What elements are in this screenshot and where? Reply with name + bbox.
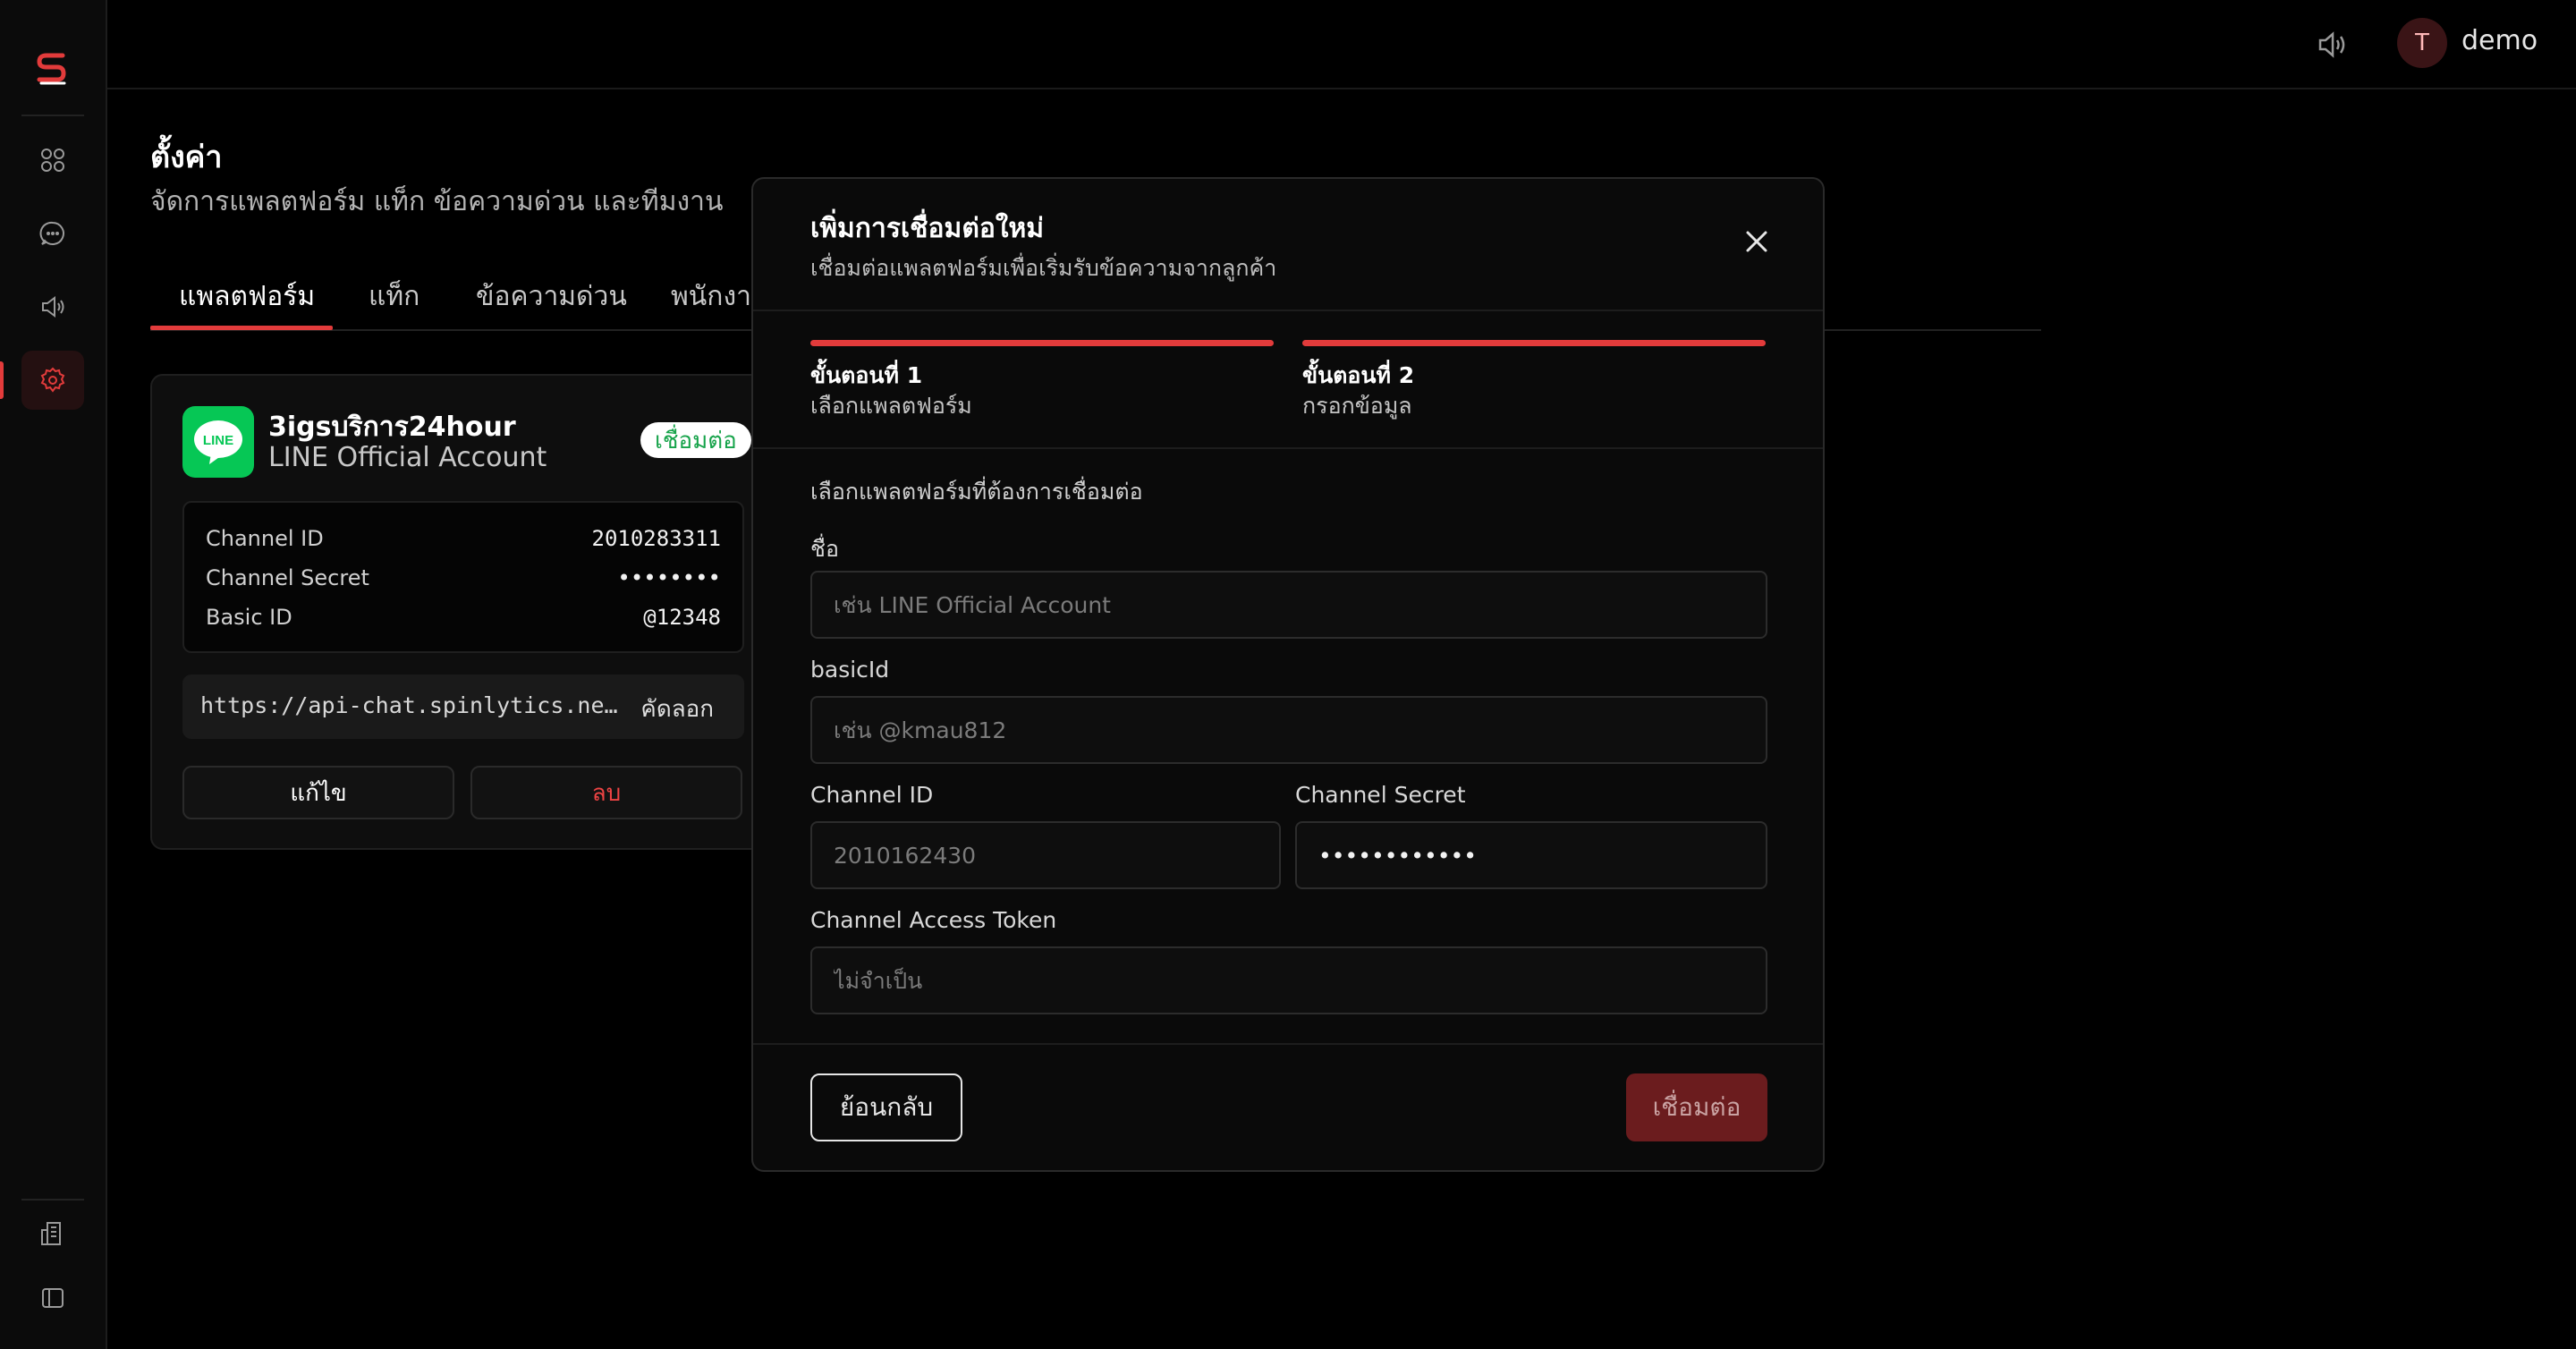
channel-id-field[interactable] [810, 821, 1281, 889]
building-icon [41, 1222, 61, 1245]
credential-value: •••••••• [617, 565, 721, 590]
page-title: ตั้งค่า [150, 140, 223, 175]
section-label: เลือกแพลตฟอร์มที่ต้องการเชื่อมต่อ [810, 479, 1143, 505]
sidebar-item-broadcast[interactable] [21, 277, 84, 336]
name-label: ชื่อ [810, 536, 839, 562]
tab-tags[interactable]: แท็ก [369, 276, 419, 318]
active-tab-underline [150, 326, 333, 330]
username[interactable]: demo [2462, 25, 2538, 56]
basic-id-field[interactable] [810, 696, 1767, 764]
modal-divider [753, 1043, 1823, 1045]
platform-type: LINE Official Account [268, 442, 547, 473]
copy-button[interactable]: คัดลอก [640, 691, 714, 727]
add-connection-modal: เพิ่มการเชื่อมต่อใหม่ เชื่อมต่อแพลตฟอร์ม… [751, 177, 1825, 1172]
step-2-progress [1302, 340, 1766, 346]
credential-label: Basic ID [206, 605, 292, 630]
credential-row: Basic ID @12348 [206, 599, 721, 635]
sidebar-item-chat[interactable] [21, 204, 84, 263]
platform-card: LINE 3igsบริการ24hour LINE Official Acco… [150, 374, 776, 850]
channel-secret-field[interactable] [1295, 821, 1767, 889]
brand-logo[interactable] [32, 50, 72, 86]
channel-id-label: Channel ID [810, 782, 934, 808]
tab-platform[interactable]: แพลตฟอร์ม [179, 276, 315, 318]
sidebar-item-organization[interactable] [21, 1204, 84, 1263]
credential-label: Channel ID [206, 526, 324, 551]
delete-button[interactable]: ลบ [470, 766, 742, 819]
basic-id-label: basicId [810, 657, 890, 683]
active-indicator [0, 361, 4, 399]
modal-divider [753, 447, 1823, 449]
webhook-url-box: https://api-chat.spinlytics.net/webhook/… [182, 674, 744, 739]
step-1-progress [810, 340, 1274, 346]
megaphone-icon [42, 296, 64, 318]
tab-quick-replies[interactable]: ข้อความด่วน [476, 276, 627, 318]
step-1-desc: เลือกแพลตฟอร์ม [810, 393, 972, 419]
access-token-label: Channel Access Token [810, 907, 1057, 933]
sidebar-divider [21, 115, 84, 116]
sidebar-item-dashboard[interactable] [21, 131, 84, 190]
status-badge: เชื่อมต่อ [640, 422, 751, 458]
chat-bubble-icon [39, 221, 64, 245]
credential-row: Channel Secret •••••••• [206, 560, 721, 596]
sidebar-collapse-button[interactable] [21, 1268, 84, 1328]
credential-value: 2010283311 [591, 526, 722, 551]
top-bar [107, 0, 2576, 89]
credentials-box: Channel ID 2010283311 Channel Secret •••… [182, 501, 744, 653]
step-2-desc: กรอกข้อมูล [1302, 393, 1412, 419]
sidebar-divider [21, 1199, 84, 1201]
channel-secret-label: Channel Secret [1295, 782, 1466, 808]
access-token-field[interactable] [810, 946, 1767, 1014]
modal-subtitle: เชื่อมต่อแพลตฟอร์มเพื่อเริ่มรับข้อความจา… [810, 255, 1277, 281]
modal-title: เพิ่มการเชื่อมต่อใหม่ [810, 213, 1045, 244]
page-subtitle: จัดการแพลตฟอร์ม แท็ก ข้อความด่วน และทีมง… [150, 186, 724, 217]
line-logo-text: LINE [203, 433, 233, 448]
credential-label: Channel Secret [206, 565, 369, 590]
sidebar [0, 0, 107, 1349]
connect-button[interactable]: เชื่อมต่อ [1626, 1073, 1767, 1141]
back-button[interactable]: ย้อนกลับ [810, 1073, 962, 1141]
credential-row: Channel ID 2010283311 [206, 521, 721, 556]
sidebar-toggle-icon [42, 1288, 64, 1308]
edit-button[interactable]: แก้ไข [182, 766, 454, 819]
modal-divider [753, 310, 1823, 311]
gear-icon [40, 367, 65, 393]
grid-icon [41, 148, 64, 172]
avatar[interactable]: T [2397, 18, 2447, 68]
webhook-url[interactable]: https://api-chat.spinlytics.net/webhook/… [200, 692, 621, 718]
close-icon[interactable] [1742, 227, 1771, 256]
line-bubble-icon: LINE [194, 420, 242, 464]
sidebar-item-settings[interactable] [21, 351, 84, 410]
credential-value: @12348 [643, 605, 721, 630]
line-logo-icon: LINE [182, 406, 254, 478]
name-field[interactable] [810, 571, 1767, 639]
speaker-icon[interactable] [2315, 27, 2351, 63]
